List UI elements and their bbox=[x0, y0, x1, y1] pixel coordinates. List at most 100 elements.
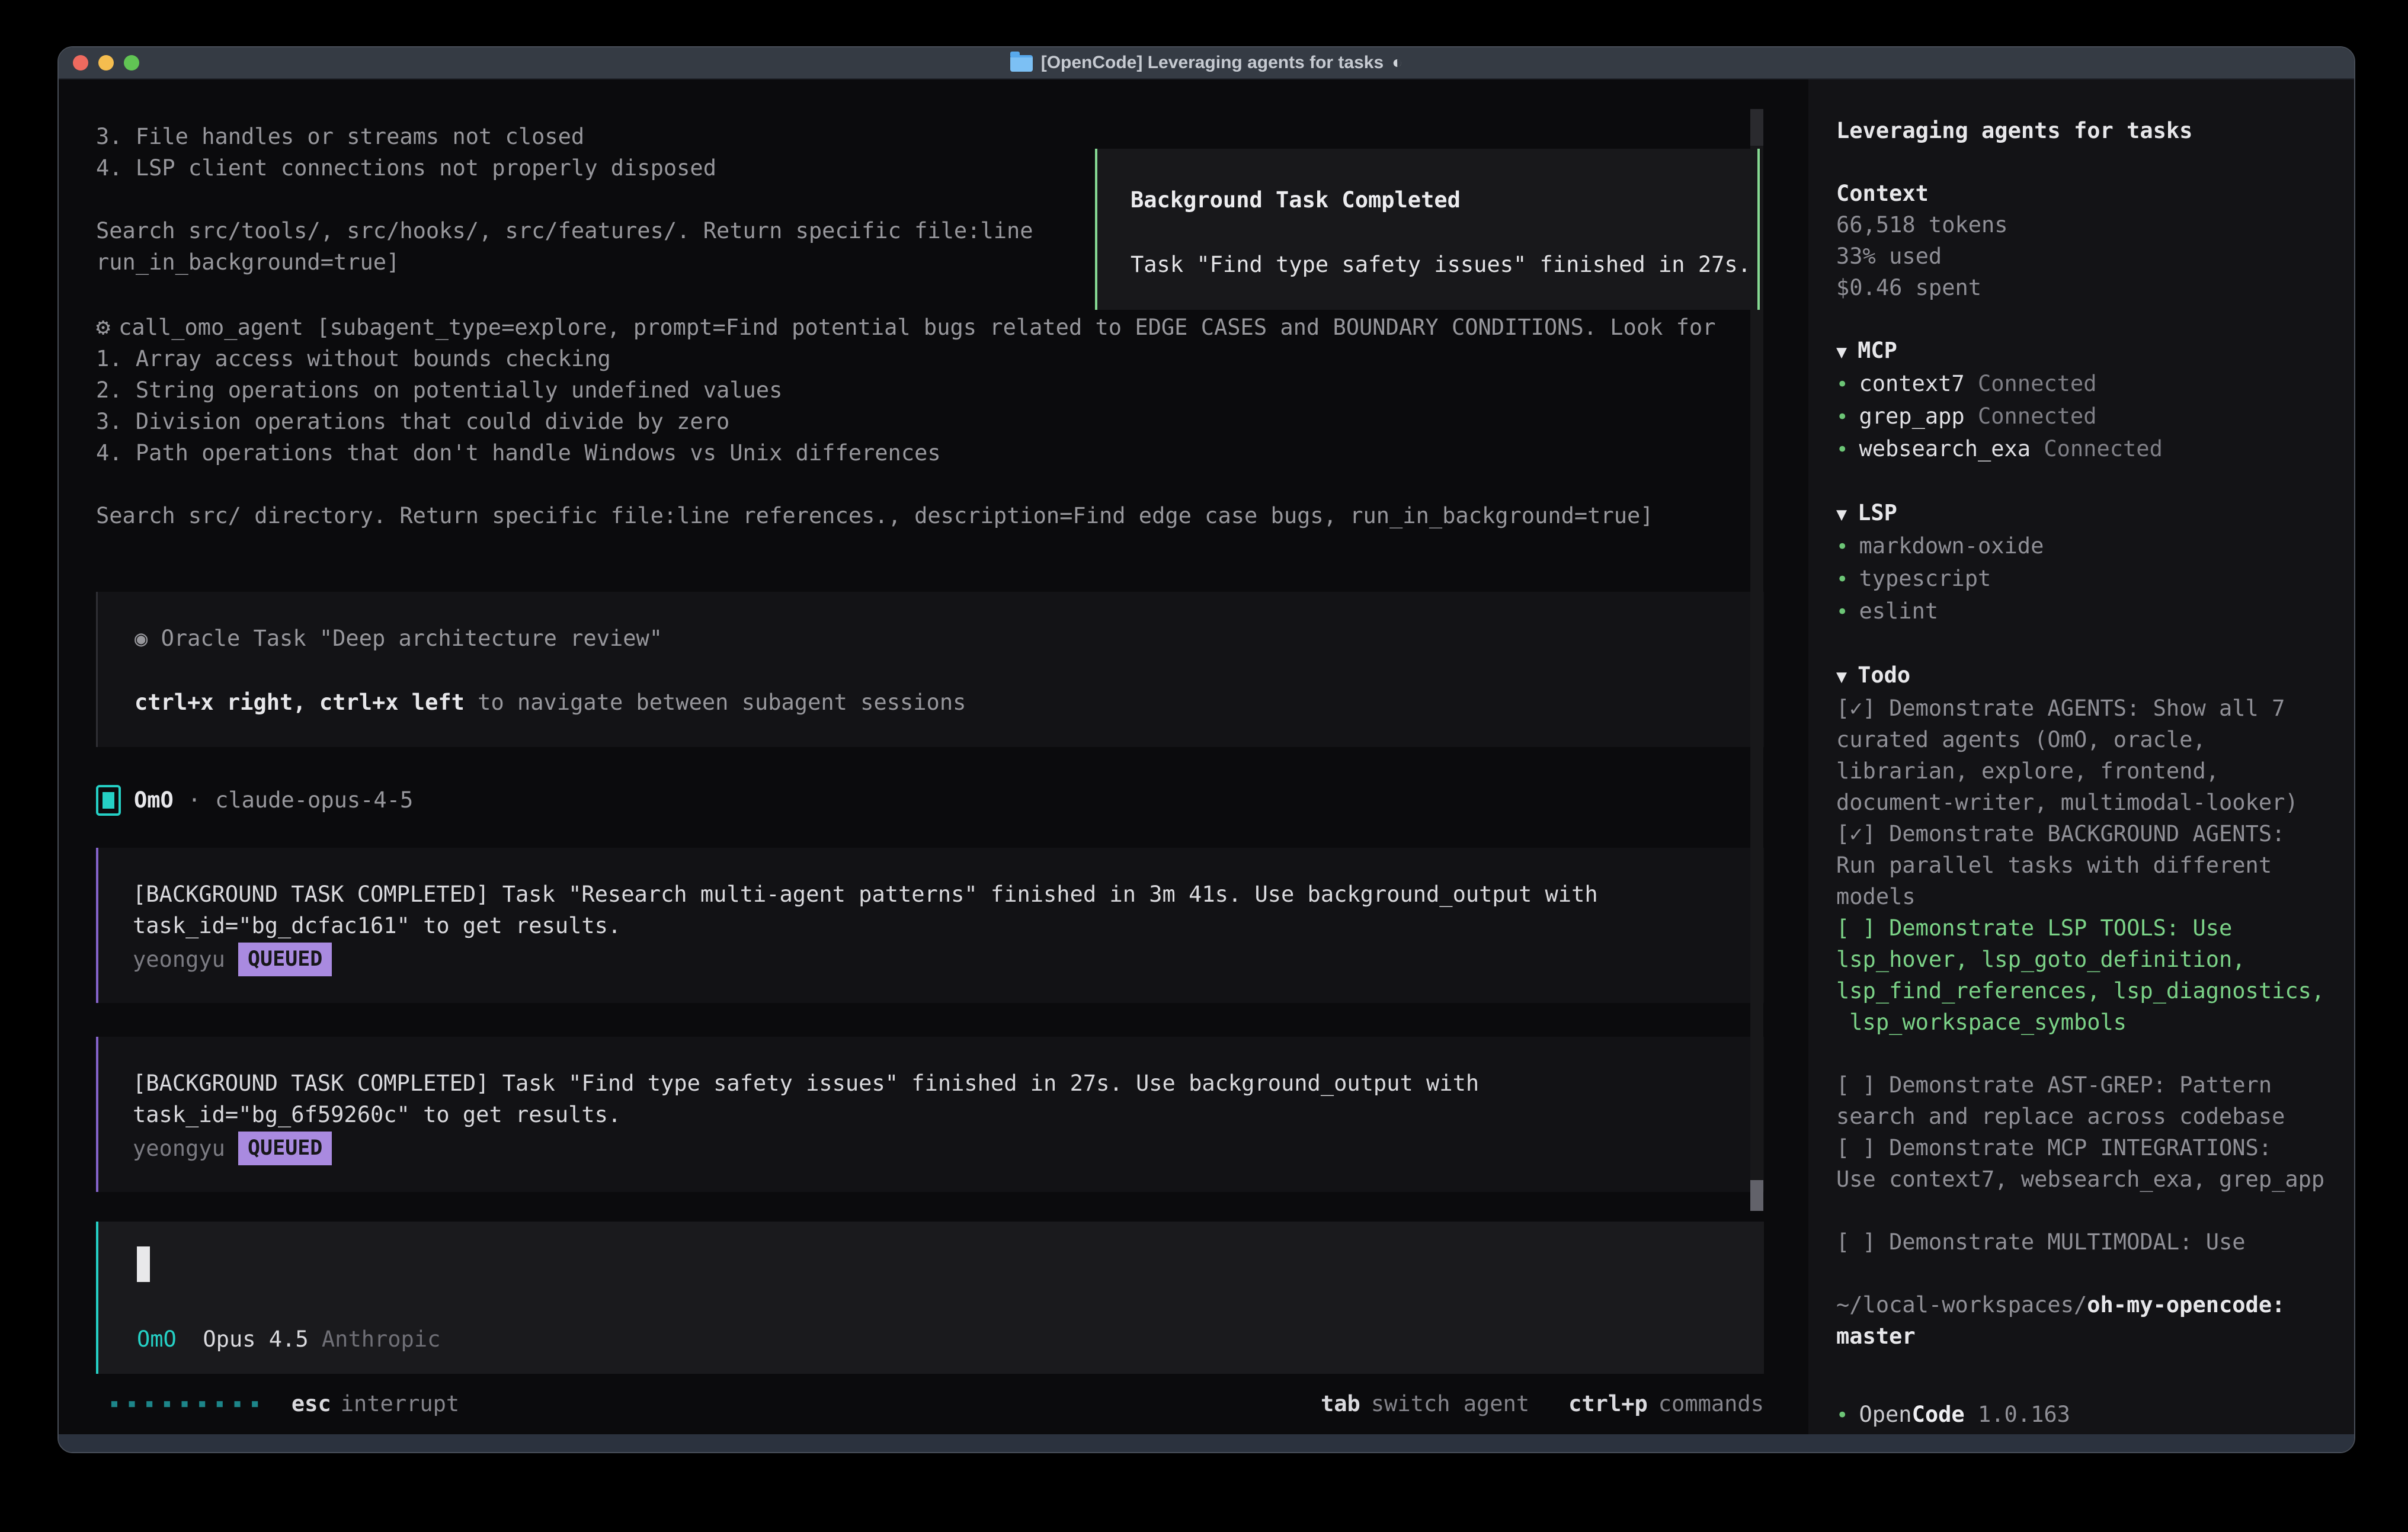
context-heading: Context bbox=[1836, 178, 2324, 209]
context-used: 33% used bbox=[1836, 241, 2324, 272]
mcp-item: •context7 Connected bbox=[1836, 368, 2324, 400]
zoom-button[interactable] bbox=[124, 55, 139, 70]
background-task-message: [BACKGROUND TASK COMPLETED] Task "Resear… bbox=[96, 848, 1764, 1003]
tab-key-hint: tab bbox=[1321, 1388, 1360, 1419]
status-dot-icon: • bbox=[1836, 373, 1848, 396]
half-circle-icon: ◐ bbox=[1392, 53, 1402, 73]
workspace-path: ~/local-workspaces/oh-my-opencode: maste… bbox=[1836, 1289, 2324, 1352]
background-task-toast[interactable]: Background Task Completed Task "Find typ… bbox=[1095, 149, 1760, 310]
toast-title: Background Task Completed bbox=[1131, 184, 1757, 216]
desktop: [OpenCode] Leveraging agents for tasks ◐… bbox=[0, 0, 2408, 1532]
context-spent: $0.46 spent bbox=[1836, 272, 2324, 303]
esc-key-label: interrupt bbox=[341, 1388, 459, 1419]
message-author: yeongyu bbox=[133, 944, 225, 975]
active-model: Opus 4.5 bbox=[203, 1326, 308, 1352]
esc-key-hint: esc bbox=[292, 1388, 331, 1419]
message-line: task_id="bg_dcfac161" to get results. bbox=[133, 910, 1764, 941]
prompt-input[interactable]: OmO Opus 4.5 Anthropic bbox=[96, 1222, 1764, 1374]
mcp-item: •grep_app Connected bbox=[1836, 400, 2324, 433]
oracle-hint-line: ctrl+x right, ctrl+x left to navigate be… bbox=[135, 687, 1764, 718]
status-dot-icon: • bbox=[1836, 568, 1848, 591]
terminal-line bbox=[96, 469, 1715, 500]
terminal-line: Search src/ directory. Return specific f… bbox=[96, 500, 1715, 531]
activity-dots-icon: ▪▪▪▪▪▪▪▪▪ bbox=[110, 1388, 268, 1419]
lsp-section-header[interactable]: ▼LSP bbox=[1836, 497, 2324, 530]
status-badge: QUEUED bbox=[238, 1132, 332, 1165]
message-line: [BACKGROUND TASK COMPLETED] Task "Find t… bbox=[133, 1068, 1764, 1099]
message-author: yeongyu bbox=[133, 1133, 225, 1164]
status-dot-icon: • bbox=[1836, 438, 1848, 461]
session-title: Leveraging agents for tasks bbox=[1836, 115, 2324, 146]
gear-icon: ⚙ bbox=[96, 313, 110, 341]
todo-item-pending: [ ] Demonstrate AST-GREP: Pattern search… bbox=[1836, 1069, 2324, 1132]
lsp-item: •eslint bbox=[1836, 595, 2324, 628]
status-dot-icon: • bbox=[1836, 535, 1848, 559]
status-dot-icon: • bbox=[1836, 600, 1848, 624]
todo-item-done: [✓] Demonstrate BACKGROUND AGENTS: Run p… bbox=[1836, 818, 2324, 912]
traffic-lights bbox=[73, 47, 139, 78]
model-provider: Anthropic bbox=[322, 1326, 440, 1352]
lsp-item: •markdown-oxide bbox=[1836, 530, 2324, 563]
separator-dot: · bbox=[188, 784, 201, 816]
terminal-line: Search src/tools/, src/hooks/, src/featu… bbox=[96, 215, 1033, 246]
close-button[interactable] bbox=[73, 55, 88, 70]
todo-section-header[interactable]: ▼Todo bbox=[1836, 659, 2324, 693]
active-agent: OmO bbox=[137, 1326, 177, 1352]
window-title: [OpenCode] Leveraging agents for tasks ◐ bbox=[1010, 53, 1403, 73]
terminal-line: 2. String operations on potentially unde… bbox=[96, 374, 1715, 406]
terminal-line: run_in_background=true] bbox=[96, 246, 1033, 278]
agent-session-header[interactable]: OmO · claude-opus-4-5 bbox=[96, 784, 413, 816]
todo-item-done: [✓] Demonstrate AGENTS: Show all 7 curat… bbox=[1836, 693, 2324, 818]
status-dot-icon: • bbox=[1836, 405, 1848, 429]
window-bottom-strip bbox=[59, 1434, 2354, 1452]
message-line: task_id="bg_6f59260c" to get results. bbox=[133, 1099, 1764, 1130]
chevron-down-icon: ▼ bbox=[1836, 666, 1847, 687]
agent-name: OmO bbox=[134, 784, 174, 816]
message-footer: yeongyu QUEUED bbox=[133, 943, 1764, 976]
main-scrollbar-thumb[interactable] bbox=[1750, 1180, 1763, 1211]
status-dot-icon: • bbox=[1836, 1403, 1848, 1427]
oracle-task-text: Oracle Task "Deep architecture review" bbox=[161, 626, 662, 651]
hint-rest: to navigate between subagent sessions bbox=[465, 690, 966, 715]
hint-keys: ctrl+x right, ctrl+x left bbox=[135, 690, 465, 715]
status-bar: ▪▪▪▪▪▪▪▪▪ esc interrupt tab switch agent… bbox=[59, 1386, 1808, 1421]
terminal-window: [OpenCode] Leveraging agents for tasks ◐… bbox=[57, 46, 2355, 1453]
toast-body: Task "Find type safety issues" finished … bbox=[1131, 249, 1757, 280]
agent-checkbox-icon bbox=[96, 785, 121, 816]
model-indicator[interactable]: OmO Opus 4.5 Anthropic bbox=[137, 1323, 440, 1355]
terminal-line: 1. Array access without bounds checking bbox=[96, 343, 1715, 374]
terminal-line bbox=[96, 184, 1033, 215]
chevron-down-icon: ▼ bbox=[1836, 504, 1847, 525]
todo-item-pending: [ ] Demonstrate MULTIMODAL: Use bbox=[1836, 1226, 2324, 1258]
minimize-button[interactable] bbox=[98, 55, 114, 70]
background-task-message: [BACKGROUND TASK COMPLETED] Task "Find t… bbox=[96, 1037, 1764, 1192]
message-line: [BACKGROUND TASK COMPLETED] Task "Resear… bbox=[133, 879, 1764, 910]
agent-model: claude-opus-4-5 bbox=[215, 784, 413, 816]
main-scrollbar-top-block bbox=[1750, 109, 1763, 146]
ctrlp-key-label: commands bbox=[1658, 1388, 1764, 1419]
terminal-line: 3. File handles or streams not closed bbox=[96, 121, 1033, 152]
session-sidebar: Leveraging agents for tasks Context 66,5… bbox=[1808, 79, 2355, 1434]
scrollback-block-2: ⚙ call_omo_agent [subagent_type=explore, … bbox=[96, 312, 1715, 531]
message-footer: yeongyu QUEUED bbox=[133, 1132, 1764, 1165]
ctrlp-key-hint: ctrl+p bbox=[1568, 1388, 1648, 1419]
text-cursor bbox=[137, 1246, 150, 1282]
chevron-down-icon: ▼ bbox=[1836, 342, 1847, 363]
lsp-item: •typescript bbox=[1836, 563, 2324, 595]
tab-key-label: switch agent bbox=[1371, 1388, 1529, 1419]
todo-item-active: [ ] Demonstrate LSP TOOLS: Use lsp_hover… bbox=[1836, 912, 2324, 1038]
terminal-line: 4. LSP client connections not properly d… bbox=[96, 152, 1033, 184]
mcp-section-header[interactable]: ▼MCP bbox=[1836, 335, 2324, 368]
titlebar: [OpenCode] Leveraging agents for tasks ◐ bbox=[59, 47, 2354, 79]
terminal-line: 3. Division operations that could divide… bbox=[96, 406, 1715, 437]
chat-main-pane: 3. File handles or streams not closed 4.… bbox=[59, 79, 1808, 1434]
status-bar-right: tab switch agent ctrl+p commands bbox=[1321, 1388, 1764, 1419]
scrollback-block-1: 3. File handles or streams not closed 4.… bbox=[96, 121, 1033, 278]
folder-icon bbox=[1010, 55, 1033, 72]
workspace-branch: master bbox=[1836, 1321, 2324, 1352]
oracle-task-card: ◉ Oracle Task "Deep architecture review"… bbox=[96, 592, 1764, 747]
agent-call-text: call_omo_agent [subagent_type=explore, p… bbox=[119, 315, 1715, 340]
agent-call-line: ⚙ call_omo_agent [subagent_type=explore, … bbox=[96, 312, 1715, 343]
status-badge: QUEUED bbox=[238, 943, 332, 976]
window-title-text: [OpenCode] Leveraging agents for tasks bbox=[1041, 53, 1384, 73]
